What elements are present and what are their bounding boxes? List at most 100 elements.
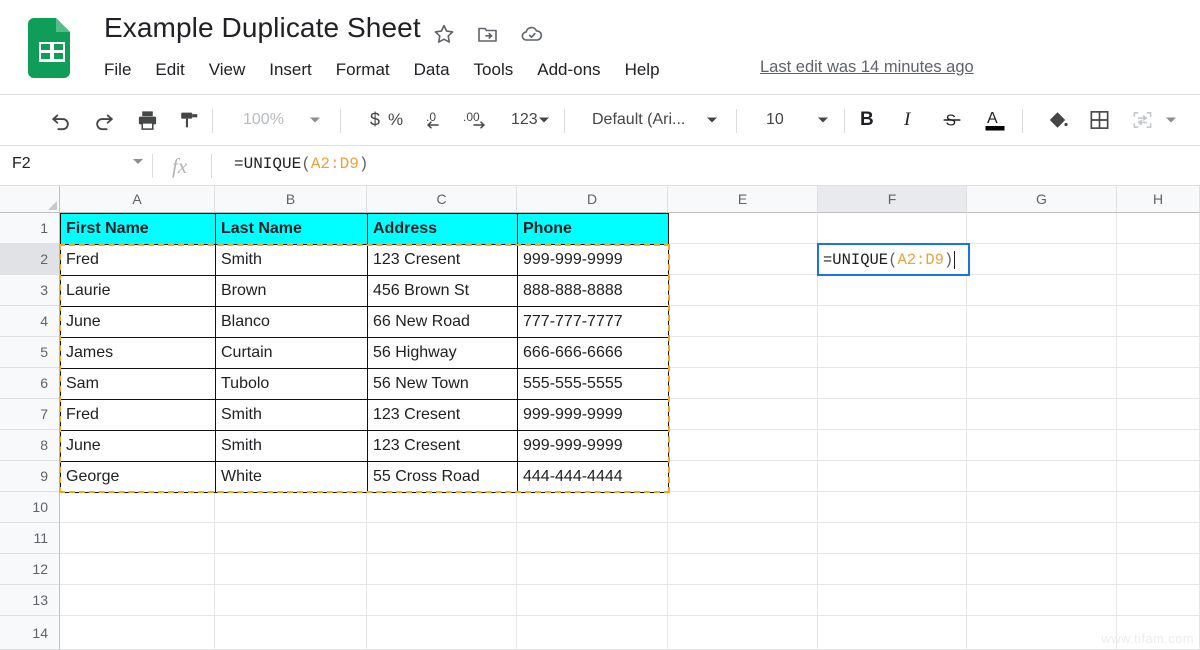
cell-b3[interactable]: Brown (215, 275, 368, 307)
cell-c1[interactable]: Address (367, 213, 518, 245)
cell-d3[interactable]: 888-888-8888 (517, 275, 669, 307)
name-box-dropdown-icon[interactable] (133, 164, 143, 182)
cell-b6[interactable]: Tubolo (215, 368, 368, 400)
borders-button[interactable] (1088, 109, 1111, 132)
cell-d6[interactable]: 555-555-5555 (517, 368, 669, 400)
font-size-dropdown-icon[interactable] (818, 118, 828, 123)
font-size-select[interactable]: 10 (766, 111, 784, 129)
cell-c5[interactable]: 56 Highway (367, 337, 518, 369)
menu-item-view[interactable]: View (197, 58, 258, 82)
column-header-g[interactable]: G (967, 186, 1117, 213)
cell-g11[interactable] (967, 523, 1117, 554)
cell-c9[interactable]: 55 Cross Road (367, 461, 518, 493)
spreadsheet-grid[interactable]: A B C D E F G H 1 2 3 4 5 6 7 8 9 10 11 … (0, 186, 1200, 650)
cell-h8[interactable] (1117, 430, 1200, 461)
text-color-button[interactable]: A (983, 107, 1007, 133)
row-header-9[interactable]: 9 (0, 461, 60, 492)
cell-h4[interactable] (1117, 306, 1200, 337)
formula-input[interactable]: =UNIQUE(A2:D9) (234, 155, 368, 173)
cell-a6[interactable]: Sam (60, 368, 216, 400)
cloud-saved-icon[interactable] (520, 22, 544, 46)
cell-g8[interactable] (967, 430, 1117, 461)
row-header-12[interactable]: 12 (0, 554, 60, 585)
undo-button[interactable] (50, 109, 72, 131)
cell-g13[interactable] (967, 585, 1117, 616)
more-formats-dropdown-icon[interactable] (539, 118, 549, 123)
cell-h1[interactable] (1117, 213, 1200, 244)
menu-item-format[interactable]: Format (324, 58, 402, 82)
row-header-2[interactable]: 2 (0, 244, 60, 275)
row-header-1[interactable]: 1 (0, 213, 60, 244)
cell-g9[interactable] (967, 461, 1117, 492)
cell-f12[interactable] (818, 554, 967, 585)
cell-d13[interactable] (517, 585, 668, 616)
zoom-value[interactable]: 100% (243, 111, 284, 129)
cell-a1[interactable]: First Name (60, 213, 216, 245)
cell-g1[interactable] (967, 213, 1117, 244)
cell-h9[interactable] (1117, 461, 1200, 492)
cell-f6[interactable] (818, 368, 967, 399)
cell-b2[interactable]: Smith (215, 244, 368, 276)
select-all-corner[interactable] (0, 186, 60, 213)
cell-b1[interactable]: Last Name (215, 213, 368, 245)
cell-g4[interactable] (967, 306, 1117, 337)
cell-e2[interactable] (668, 244, 818, 275)
cell-a2[interactable]: Fred (60, 244, 216, 276)
cell-d12[interactable] (517, 554, 668, 585)
cell-e4[interactable] (668, 306, 818, 337)
cell-f11[interactable] (818, 523, 967, 554)
cell-b12[interactable] (215, 554, 367, 585)
cell-c3[interactable]: 456 Brown St (367, 275, 518, 307)
cell-c10[interactable] (367, 492, 517, 523)
cell-e7[interactable] (668, 399, 818, 430)
cell-e8[interactable] (668, 430, 818, 461)
cell-f1[interactable] (818, 213, 967, 244)
cell-f9[interactable] (818, 461, 967, 492)
cell-a5[interactable]: James (60, 337, 216, 369)
column-header-h[interactable]: H (1117, 186, 1200, 213)
cell-f5[interactable] (818, 337, 967, 368)
document-title[interactable]: Example Duplicate Sheet (104, 12, 421, 44)
cell-b11[interactable] (215, 523, 367, 554)
row-header-13[interactable]: 13 (0, 585, 60, 616)
bold-button[interactable]: B (860, 109, 874, 131)
last-edit-status[interactable]: Last edit was 14 minutes ago (760, 58, 974, 77)
cell-f8[interactable] (818, 430, 967, 461)
menu-item-data[interactable]: Data (402, 58, 462, 82)
cell-a7[interactable]: Fred (60, 399, 216, 431)
cell-f7[interactable] (818, 399, 967, 430)
cell-b7[interactable]: Smith (215, 399, 368, 431)
redo-button[interactable] (93, 109, 115, 131)
cell-b9[interactable]: White (215, 461, 368, 493)
cell-e6[interactable] (668, 368, 818, 399)
star-icon[interactable] (432, 22, 456, 46)
more-formats-button[interactable]: 123 (511, 111, 538, 129)
cell-e14[interactable] (668, 616, 818, 650)
row-header-5[interactable]: 5 (0, 337, 60, 368)
cell-h14[interactable] (1117, 616, 1200, 650)
merge-cells-button[interactable] (1131, 109, 1154, 132)
increase-decimal-button[interactable]: .00 (462, 108, 492, 132)
name-box[interactable]: F2 (12, 155, 31, 173)
cell-f14[interactable] (818, 616, 967, 650)
row-header-14[interactable]: 14 (0, 616, 60, 650)
cell-f3[interactable] (818, 275, 967, 306)
cell-h3[interactable] (1117, 275, 1200, 306)
cell-e11[interactable] (668, 523, 818, 554)
row-header-4[interactable]: 4 (0, 306, 60, 337)
cell-g3[interactable] (967, 275, 1117, 306)
cell-f13[interactable] (818, 585, 967, 616)
cell-a9[interactable]: George (60, 461, 216, 493)
cell-d10[interactable] (517, 492, 668, 523)
percent-format-button[interactable]: % (388, 110, 403, 130)
cell-e9[interactable] (668, 461, 818, 492)
cell-a14[interactable] (60, 616, 215, 650)
print-button[interactable] (136, 109, 159, 132)
column-header-c[interactable]: C (367, 186, 517, 213)
cell-d7[interactable]: 999-999-9999 (517, 399, 669, 431)
active-cell-f2-editor[interactable]: =UNIQUE(A2:D9) (817, 243, 970, 276)
cell-c7[interactable]: 123 Cresent (367, 399, 518, 431)
cell-b14[interactable] (215, 616, 367, 650)
row-header-11[interactable]: 11 (0, 523, 60, 554)
cell-h13[interactable] (1117, 585, 1200, 616)
